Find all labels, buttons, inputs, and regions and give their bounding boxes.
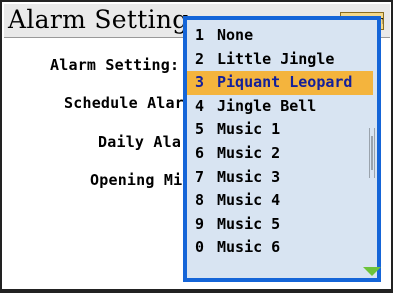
dropdown-option[interactable]: 5 Music 1 (187, 118, 373, 142)
option-number: 3 (195, 73, 205, 92)
option-label: Little Jingle (217, 49, 335, 68)
opening-mid-label[interactable]: Opening Mid (90, 171, 192, 189)
option-label: Music 6 (217, 238, 281, 257)
option-label: Jingle Bell (217, 96, 317, 115)
dropdown-option[interactable]: 0 Music 6 (187, 236, 373, 260)
ringtone-dropdown-list[interactable]: 1 None 2 Little Jingle 3 Piquant Leopard 4 Jing… (183, 16, 381, 282)
option-number: 4 (195, 96, 205, 115)
option-label: Music 1 (217, 120, 281, 139)
scrollbar[interactable] (369, 128, 375, 178)
option-label: Music 4 (217, 191, 281, 210)
option-number: 5 (195, 120, 205, 139)
option-number: 8 (195, 191, 205, 210)
option-label: Music 3 (217, 167, 281, 186)
option-number: 1 (195, 26, 205, 44)
dropdown-option[interactable]: 4 Jingle Bell (187, 95, 373, 119)
option-number: 7 (195, 167, 205, 186)
dropdown-option[interactable]: 9 Music 5 (187, 213, 373, 237)
option-number: 9 (195, 214, 205, 233)
dropdown-option[interactable]: 6 Music 2 (187, 142, 373, 166)
dropdown-option[interactable]: 7 Music 3 (187, 166, 373, 190)
option-label: Music 2 (217, 143, 281, 162)
dropdown-option[interactable]: 2 Little Jingle (187, 48, 373, 72)
option-label: Piquant Leopard (217, 73, 353, 92)
dropdown-option[interactable]: 1 None (187, 24, 373, 48)
alarm-setting-label[interactable]: Alarm Setting: (50, 56, 179, 74)
option-number: 2 (195, 49, 205, 68)
scroll-down-arrow-icon[interactable] (363, 267, 381, 276)
option-label: None (217, 26, 254, 44)
option-number: 0 (195, 238, 205, 257)
option-label: Music 5 (217, 214, 281, 233)
schedule-alarm-label[interactable]: Schedule Alarm (64, 94, 193, 112)
page-title: Alarm Setting (8, 5, 189, 34)
ringtone-options: 1 None 2 Little Jingle 3 Piquant Leopard 4 Jing… (187, 24, 373, 260)
option-number: 6 (195, 143, 205, 162)
dropdown-option[interactable]: 8 Music 4 (187, 189, 373, 213)
dropdown-option[interactable]: 3 Piquant Leopard (187, 71, 373, 95)
